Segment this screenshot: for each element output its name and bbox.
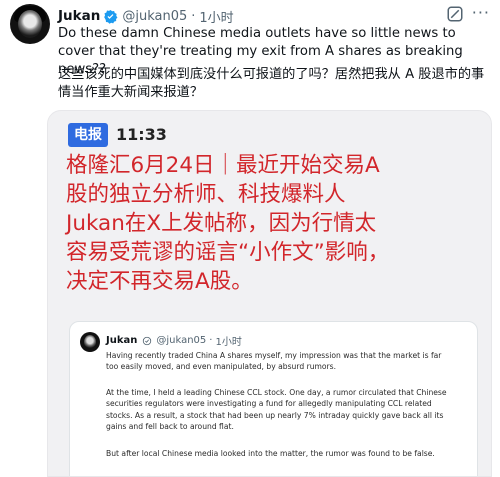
quoted-separator: · xyxy=(209,335,213,346)
quoted-tweet-card: Jukan @jukan05 · 1小时 Having recently tra… xyxy=(69,321,478,476)
more-icon[interactable]: ··· xyxy=(472,3,490,22)
quoted-author-name: Jukan xyxy=(106,335,138,346)
verified-badge-icon xyxy=(104,9,118,24)
news-badge: 电报 xyxy=(68,123,108,147)
quoted-handle: @jukan05 xyxy=(156,335,207,346)
quoted-avatar-face xyxy=(84,335,96,349)
tweet-time[interactable]: 1小时 xyxy=(199,7,233,26)
quoted-time: 1小时 xyxy=(215,337,242,348)
headline-line: Jukan在X上发帖称，因为行情太 xyxy=(66,211,377,236)
avatar-face xyxy=(18,10,42,38)
headline-line: 容易受荒谬的谣言“小作文”影响， xyxy=(66,240,390,265)
author-handle[interactable]: @jukan05 xyxy=(122,9,187,24)
quoted-avatar xyxy=(80,332,100,352)
grok-icon[interactable] xyxy=(446,5,464,23)
news-time: 11:33 xyxy=(116,125,167,144)
header-separator: · xyxy=(191,8,196,24)
quoted-verified-icon xyxy=(143,336,152,345)
quoted-paragraph-2: At the time, I held a leading Chinese CC… xyxy=(106,388,447,432)
tweet-media-image[interactable]: 电报 11:33 格隆汇6月24日｜最近开始交易A 股的独立分析师、科技爆料人 … xyxy=(47,110,492,477)
headline-line: 决定不再交易A股。 xyxy=(66,269,253,294)
tweet-header: Jukan @jukan05 · 1小时 xyxy=(58,6,490,26)
headline-line: 格隆汇6月24日｜最近开始交易A xyxy=(66,153,380,178)
quoted-tweet-header: Jukan @jukan05 · 1小时 xyxy=(106,333,242,348)
author-name[interactable]: Jukan xyxy=(58,8,100,24)
avatar[interactable] xyxy=(10,4,50,44)
news-headline: 格隆汇6月24日｜最近开始交易A 股的独立分析师、科技爆料人 Jukan在X上发… xyxy=(66,151,486,296)
headline-line: 股的独立分析师、科技爆料人 xyxy=(66,182,346,207)
tweet-text-chinese: 这些该死的中国媒体到底没什么可报道的了吗？居然把我从 A 股退市的事情当作重大新… xyxy=(58,67,485,100)
quoted-paragraph-1: Having recently traded China A shares my… xyxy=(106,351,442,372)
quoted-paragraph-3: But after local Chinese media looked int… xyxy=(106,449,435,458)
